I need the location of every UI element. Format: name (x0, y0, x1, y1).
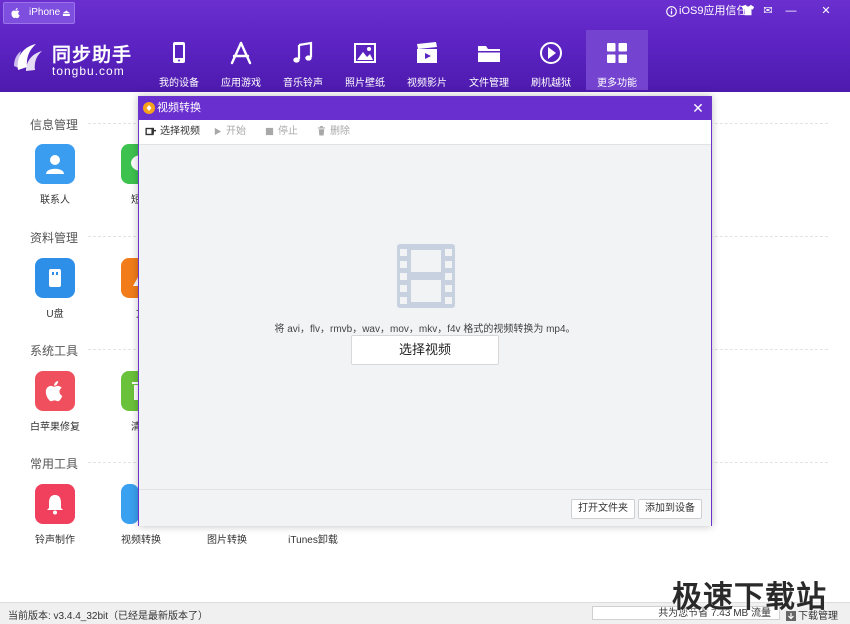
video-convert-dialog: 视频转换 ✕ 选择视频 开始 停止 删除 将 avi，flv，rmvb，wav，… (138, 96, 712, 526)
trash-can-icon (121, 371, 138, 411)
app-store-icon (228, 40, 254, 66)
nav-label: 应用游戏 (221, 78, 261, 89)
nav-label: 音乐铃声 (283, 78, 323, 89)
trash-icon (317, 126, 326, 136)
bell-icon (35, 484, 75, 524)
tool-ringtone-maker[interactable]: 铃声制作 (20, 484, 90, 554)
nav-apps-games[interactable]: 应用游戏 (210, 36, 272, 90)
clapper-icon (414, 40, 440, 66)
tool-label: 文 (106, 305, 138, 320)
tool-label: 视频转换 (121, 535, 161, 546)
apple-repair-icon (35, 371, 75, 411)
tool-label: 短信 (131, 195, 138, 206)
contacts-icon (35, 144, 75, 184)
dialog-title: 视频转换 (157, 102, 201, 114)
nav-label: 文件管理 (469, 78, 509, 89)
section-title-info: 信息管理 (30, 118, 79, 132)
select-video-button[interactable]: 选择视频 (351, 335, 499, 365)
play-icon (213, 127, 222, 136)
nav-photos-wallpapers[interactable]: 照片壁纸 (334, 36, 396, 90)
tool-contacts[interactable]: 联系人 (20, 144, 90, 214)
app-header: iPhone ⏏ iOS9应用信任 ✉ — ✕ 同步助手 tongbu.com (0, 0, 850, 92)
tool-label: U盘 (46, 309, 64, 320)
tool-documents[interactable]: 文 (106, 258, 138, 328)
nav-more-features[interactable]: 更多功能 (586, 30, 648, 90)
music-icon (290, 40, 316, 66)
film-strip-icon (397, 244, 455, 308)
add-to-device-button[interactable]: 添加到设备 (638, 499, 702, 519)
tool-label: iTunes卸载 (288, 535, 338, 546)
apple-icon (10, 7, 22, 19)
tool-label: 清理 (131, 422, 138, 433)
tool-label: 图片转换 (207, 535, 247, 546)
section-title-system: 系统工具 (30, 344, 79, 358)
dialog-footer: 打开文件夹 添加到设备 (139, 489, 711, 526)
tool-udisk[interactable]: U盘 (20, 258, 90, 328)
nav-label: 照片壁纸 (345, 78, 385, 89)
watermark: 极速下载站 (672, 581, 827, 614)
trust-label: iOS9应用信任 (679, 5, 748, 17)
toolbar-delete[interactable]: 删除 (317, 120, 350, 144)
minimize-button[interactable]: — (783, 3, 799, 19)
toolbar-select-video[interactable]: 选择视频 (145, 120, 200, 144)
folder-icon (476, 40, 502, 66)
toolbar-label: 选择视频 (160, 126, 200, 137)
top-bar: iPhone ⏏ iOS9应用信任 ✉ — ✕ (0, 0, 850, 24)
grid-icon (604, 40, 630, 66)
toolbar-label: 开始 (226, 126, 246, 137)
video-convert-logo-icon (143, 102, 155, 114)
sms-icon (121, 144, 138, 184)
version-text: 当前版本: v3.4.4_32bit（已经是最新版本了） (8, 611, 209, 622)
nav-my-device[interactable]: 我的设备 (148, 36, 210, 90)
tongbu-logo-icon (12, 40, 48, 76)
info-icon (666, 5, 677, 17)
flash-icon (538, 40, 564, 66)
nav-music-ringtones[interactable]: 音乐铃声 (272, 36, 334, 90)
device-tab[interactable]: iPhone ⏏ (3, 2, 75, 24)
close-window-button[interactable]: ✕ (818, 3, 834, 19)
nav-flash-jailbreak[interactable]: 刷机越狱 (520, 36, 582, 90)
phone-icon (166, 40, 192, 66)
stop-icon (265, 127, 274, 136)
nav-label: 我的设备 (159, 78, 199, 89)
tool-label: 联系人 (40, 195, 70, 206)
usb-drive-icon (35, 258, 75, 298)
section-title-data: 资料管理 (30, 231, 79, 245)
add-video-icon (145, 126, 156, 137)
brand-domain: tongbu.com (52, 64, 125, 78)
nav-file-management[interactable]: 文件管理 (458, 36, 520, 90)
nav-video-movies[interactable]: 视频影片 (396, 36, 458, 90)
toolbar-stop[interactable]: 停止 (265, 120, 298, 144)
feedback-button[interactable]: ✉ (760, 3, 776, 19)
photo-icon (352, 40, 378, 66)
tool-cleanup[interactable]: 清理 (106, 371, 138, 441)
nav-label: 刷机越狱 (531, 78, 571, 89)
toolbar-label: 停止 (278, 126, 298, 137)
dialog-toolbar: 选择视频 开始 停止 删除 (139, 120, 711, 145)
ios9-trust-link[interactable]: iOS9应用信任 (666, 4, 747, 18)
toolbar-start[interactable]: 开始 (213, 120, 246, 144)
nav-label: 视频影片 (407, 78, 447, 89)
brand-name: 同步助手 (52, 45, 133, 66)
document-icon (121, 258, 138, 298)
tool-label: 白苹果修复 (30, 422, 80, 433)
nav-label: 更多功能 (597, 78, 637, 89)
tool-label: 铃声制作 (35, 535, 75, 546)
supported-formats-hint: 将 avi，flv，rmvb，wav，mov，mkv，f4v 格式的视频转换为 … (274, 324, 576, 335)
section-title-common: 常用工具 (30, 457, 79, 471)
eject-icon[interactable]: ⏏ (62, 3, 71, 23)
dialog-close-button[interactable]: ✕ (691, 97, 705, 120)
device-name: iPhone (29, 7, 61, 18)
tool-sms[interactable]: 短信 (106, 144, 138, 214)
skin-shirt-icon[interactable] (741, 3, 757, 19)
toolbar-label: 删除 (330, 126, 350, 137)
open-folder-button[interactable]: 打开文件夹 (571, 499, 635, 519)
video-convert-icon (121, 484, 139, 524)
tool-white-apple-repair[interactable]: 白苹果修复 (20, 371, 90, 441)
dialog-title-bar[interactable]: 视频转换 ✕ (139, 97, 711, 120)
